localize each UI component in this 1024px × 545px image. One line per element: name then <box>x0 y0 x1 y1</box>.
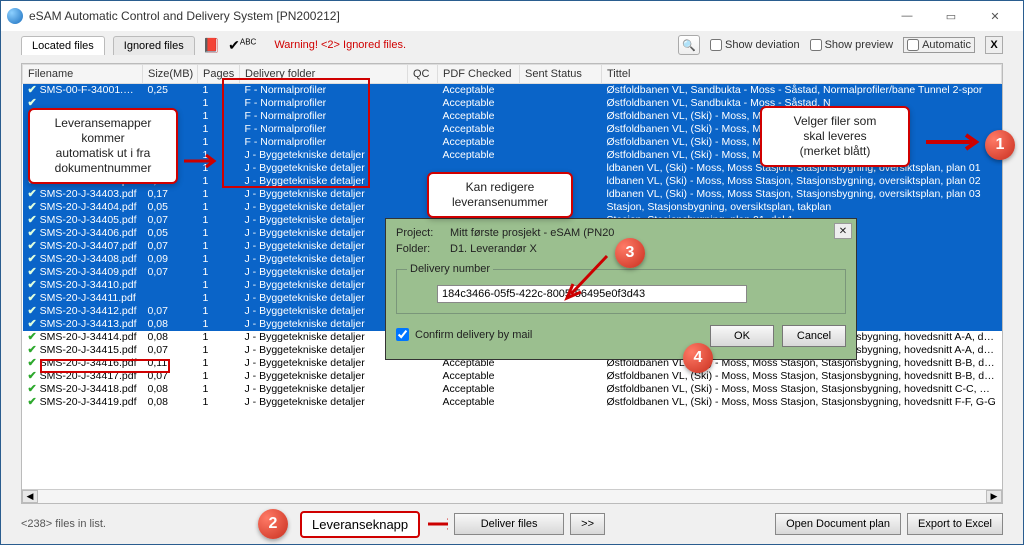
dialog-cancel-button[interactable]: Cancel <box>782 325 846 347</box>
window-title: eSAM Automatic Control and Delivery Syst… <box>29 9 340 23</box>
footer: <238> files in list. 2 Leveranseknapp De… <box>1 504 1023 544</box>
callout-velger-filer: Velger filer somskal leveres(merket blåt… <box>760 106 910 167</box>
show-deviation-checkbox[interactable]: Show deviation <box>710 39 800 51</box>
cell-filename: ✔ SMS-00-F-34001.pdf <box>23 84 143 98</box>
tab-located-files[interactable]: Located files <box>21 36 105 55</box>
cell-filename: ✔ SMS-20-J-34413.pdf <box>23 318 143 331</box>
col-size-mb-[interactable]: Size(MB) <box>143 65 198 84</box>
table-row[interactable]: ✔ SMS-20-J-34418.pdf0,081J - Byggeteknis… <box>23 383 1002 396</box>
callout-velger-filer-text: Velger filer somskal leveres(merket blåt… <box>794 114 877 158</box>
delivery-dialog: ✕ Project: Mitt første prosjekt - eSAM (P… <box>385 218 857 360</box>
scroll-left-button[interactable]: ◀ <box>22 490 38 503</box>
close-panel-button[interactable]: X <box>985 36 1003 54</box>
col-pdf-checked[interactable]: PDF Checked <box>438 65 520 84</box>
search-icon[interactable]: 🔍 <box>678 35 700 55</box>
minimize-button[interactable]: — <box>885 1 929 31</box>
col-filename[interactable]: Filename <box>23 65 143 84</box>
open-document-plan-button[interactable]: Open Document plan <box>775 513 901 535</box>
cell-filename: ✔ SMS-20-J-34411.pdf <box>23 292 143 305</box>
automatic-label: Automatic <box>922 39 971 51</box>
col-qc[interactable]: QC <box>408 65 438 84</box>
callout-leveransemapper: Leveransemapperkommerautomatisk ut i fra… <box>28 108 178 184</box>
col-sent-status[interactable]: Sent Status <box>520 65 602 84</box>
callout-leveransemapper-text: Leveransemapperkommerautomatisk ut i fra… <box>55 116 152 175</box>
title-bar: eSAM Automatic Control and Delivery Syst… <box>1 1 1023 31</box>
dialog-close-button[interactable]: ✕ <box>834 223 852 239</box>
pdf-icon[interactable]: 📕 <box>203 37 220 54</box>
dialog-ok-button[interactable]: OK <box>710 325 774 347</box>
table-row[interactable]: ✔ SMS-00-F-34001.pdf0,251F - Normalprofi… <box>23 84 1002 98</box>
export-to-excel-button[interactable]: Export to Excel <box>907 513 1003 535</box>
spellcheck-icon[interactable]: ✔ABC <box>228 37 256 54</box>
cell-filename: ✔ SMS-20-J-34408.pdf <box>23 253 143 266</box>
cell-filename: ✔ SMS-20-J-34407.pdf <box>23 240 143 253</box>
callout-number-3: 3 <box>615 238 645 268</box>
cell-filename: ✔ SMS-20-J-34406.pdf <box>23 227 143 240</box>
toolbar: Located files Ignored files 📕 ✔ABC Warni… <box>1 31 1023 57</box>
callout-leveranseknapp: Leveranseknapp <box>300 511 420 538</box>
next-button[interactable]: >> <box>570 513 605 535</box>
callout-number-1: 1 <box>985 130 1015 160</box>
callout-redigere-text: Kan redigereleveransenummer <box>452 180 548 209</box>
maximize-button[interactable]: ▭ <box>929 1 973 31</box>
table-header-row: FilenameSize(MB)PagesDelivery folderQCPD… <box>23 65 1002 84</box>
file-count: <238> files in list. <box>21 518 106 530</box>
cell-filename: ✔ SMS-20-J-34414.pdf <box>23 331 143 344</box>
project-label: Project: <box>396 227 444 239</box>
app-icon <box>7 8 23 24</box>
cell-filename: ✔ SMS-20-J-34416.pdf <box>23 357 143 370</box>
cell-filename: ✔ SMS-20-J-34418.pdf <box>23 383 143 396</box>
horizontal-scrollbar[interactable]: ◀ ▶ <box>22 489 1002 503</box>
folder-label: Folder: <box>396 243 444 255</box>
cell-filename: ✔ SMS-20-J-34412.pdf <box>23 305 143 318</box>
folder-value: D1. Leverandør X <box>450 243 537 255</box>
cell-filename: ✔ SMS-20-J-34403.pdf <box>23 188 143 201</box>
project-value: Mitt første prosjekt - eSAM (PN20 <box>450 227 614 239</box>
tab-ignored-files[interactable]: Ignored files <box>113 36 195 55</box>
close-button[interactable]: ✕ <box>973 1 1017 31</box>
cell-filename: ✔ SMS-20-J-34419.pdf <box>23 396 143 409</box>
col-delivery-folder[interactable]: Delivery folder <box>240 65 408 84</box>
cell-filename: ✔ SMS-20-J-34404.pdf <box>23 201 143 214</box>
cell-filename: ✔ SMS-20-J-34409.pdf <box>23 266 143 279</box>
confirm-mail-checkbox[interactable] <box>396 328 409 341</box>
cell-filename: ✔ SMS-20-J-34405.pdf <box>23 214 143 227</box>
delivery-number-legend: Delivery number <box>407 263 493 275</box>
confirm-mail-label: Confirm delivery by mail <box>415 329 532 341</box>
table-row[interactable]: ✔ SMS-20-J-34417.pdf0,071J - Byggeteknis… <box>23 370 1002 383</box>
callout-number-2: 2 <box>258 509 288 539</box>
delivery-number-fieldset: Delivery number <box>396 263 846 314</box>
app-window: eSAM Automatic Control and Delivery Syst… <box>0 0 1024 545</box>
scroll-right-button[interactable]: ▶ <box>986 490 1002 503</box>
cell-filename: ✔ SMS-20-J-34410.pdf <box>23 279 143 292</box>
show-deviation-label: Show deviation <box>725 39 800 51</box>
table-row[interactable]: ✔ SMS-20-J-34419.pdf0,081J - Byggeteknis… <box>23 396 1002 409</box>
show-preview-label: Show preview <box>825 39 893 51</box>
col-tittel[interactable]: Tittel <box>602 65 1002 84</box>
cell-filename: ✔ SMS-20-J-34415.pdf <box>23 344 143 357</box>
col-pages[interactable]: Pages <box>198 65 240 84</box>
show-preview-checkbox[interactable]: Show preview <box>810 39 893 51</box>
callout-redigere: Kan redigereleveransenummer <box>427 172 573 218</box>
warning-text: Warning! <2> Ignored files. <box>274 39 406 51</box>
callout-number-4: 4 <box>683 343 713 373</box>
automatic-checkbox[interactable]: Automatic <box>903 37 975 53</box>
deliver-files-button[interactable]: Deliver files <box>454 513 564 535</box>
cell-filename: ✔ SMS-20-J-34417.pdf <box>23 370 143 383</box>
